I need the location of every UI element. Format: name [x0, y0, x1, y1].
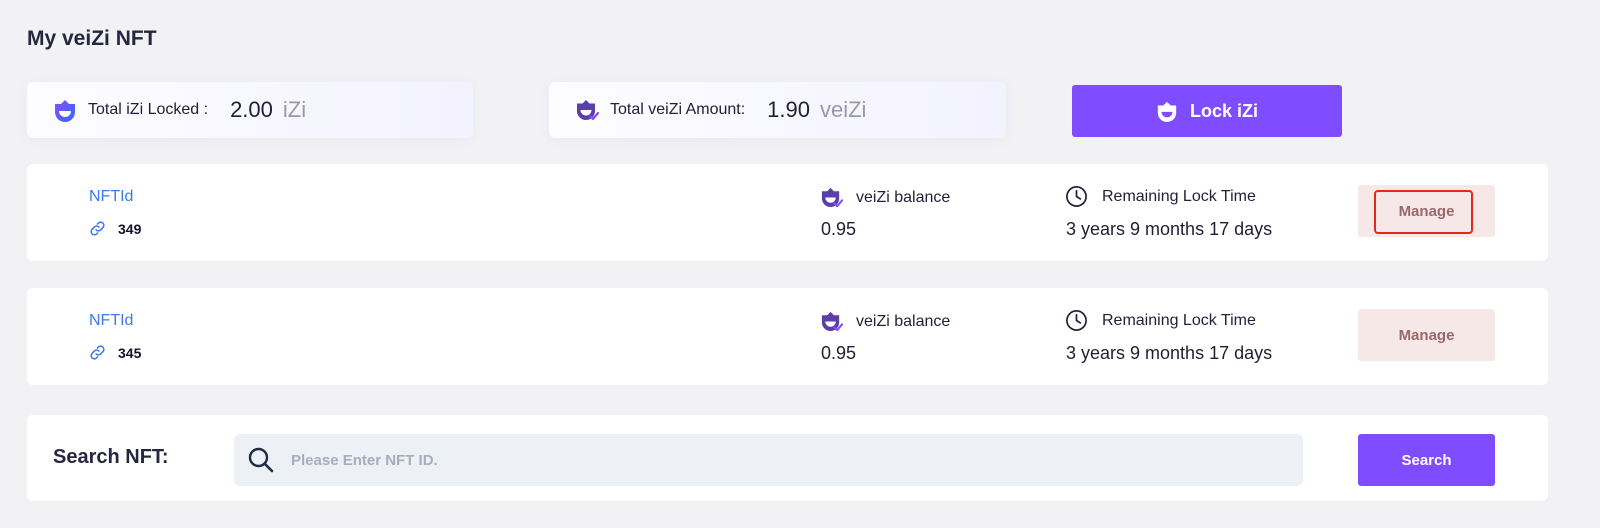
remaining-lock-time-label: Remaining Lock Time [1102, 311, 1256, 329]
veizi-nft-page: My veiZi NFT Total iZi Locked : 2.00 iZi… [0, 0, 1600, 528]
veizi-balance-value: 0.95 [821, 219, 857, 239]
nft-card: NFTId 349 veiZi balance 0.95 Remaining L… [27, 164, 1548, 261]
lock-izi-button[interactable]: Lock iZi [1072, 85, 1342, 137]
total-izi-locked-card: Total iZi Locked : 2.00 iZi [27, 82, 473, 138]
veizi-balance-value: 0.95 [821, 343, 857, 363]
veizi-logo-icon [821, 311, 843, 332]
link-icon [90, 221, 105, 236]
nft-id-value: 349 [118, 220, 142, 237]
veizi-logo-icon [577, 100, 599, 121]
lock-izi-button-label: Lock iZi [1189, 100, 1258, 121]
search-nft-panel: Search NFT: Search [27, 415, 1548, 501]
search-nft-label: Search NFT: [53, 446, 169, 468]
nft-id-search-input[interactable] [291, 451, 1303, 469]
page-title: My veiZi NFT [27, 27, 157, 50]
clock-icon [1066, 310, 1087, 331]
veizi-balance-header: veiZi balance [820, 186, 950, 209]
total-veizi-amount-value: 1.90 [767, 97, 810, 122]
remaining-lock-time-value: 3 years 9 months 17 days [1066, 219, 1273, 239]
total-izi-locked-label: Total iZi Locked : [88, 101, 209, 118]
clock-icon [1066, 186, 1087, 207]
search-box[interactable] [234, 434, 1303, 486]
izi-logo-icon [55, 100, 75, 122]
nft-id-label: NFTId [89, 312, 134, 329]
veizi-balance-label: veiZi balance [856, 312, 951, 330]
nft-id-link[interactable]: 345 [89, 344, 141, 361]
remaining-lock-time-header: Remaining Lock Time [1065, 309, 1256, 332]
nft-id-link[interactable]: 349 [89, 220, 141, 237]
total-izi-locked-value: 2.00 [230, 97, 273, 122]
total-izi-locked-unit: iZi [282, 97, 307, 122]
total-veizi-amount-unit: veiZi [820, 97, 867, 122]
nft-card: NFTId 345 veiZi balance 0.95 Remaining L… [27, 288, 1548, 385]
veizi-balance-header: veiZi balance [820, 310, 950, 333]
search-icon [248, 447, 274, 473]
manage-button[interactable]: Manage [1358, 309, 1495, 361]
remaining-lock-time-header: Remaining Lock Time [1065, 185, 1256, 208]
total-veizi-amount-card: Total veiZi Amount: 1.90 veiZi [549, 82, 1006, 138]
veizi-balance-label: veiZi balance [856, 188, 951, 206]
link-icon [90, 345, 105, 360]
manage-button[interactable]: Manage [1358, 185, 1495, 237]
search-button[interactable]: Search [1358, 434, 1495, 486]
nft-id-value: 345 [118, 344, 142, 361]
remaining-lock-time-label: Remaining Lock Time [1102, 187, 1256, 205]
veizi-logo-icon [821, 187, 843, 208]
remaining-lock-time-value: 3 years 9 months 17 days [1066, 343, 1273, 363]
total-veizi-amount-label: Total veiZi Amount: [610, 101, 746, 118]
izi-logo-icon [1157, 101, 1177, 122]
nft-id-label: NFTId [89, 188, 134, 205]
